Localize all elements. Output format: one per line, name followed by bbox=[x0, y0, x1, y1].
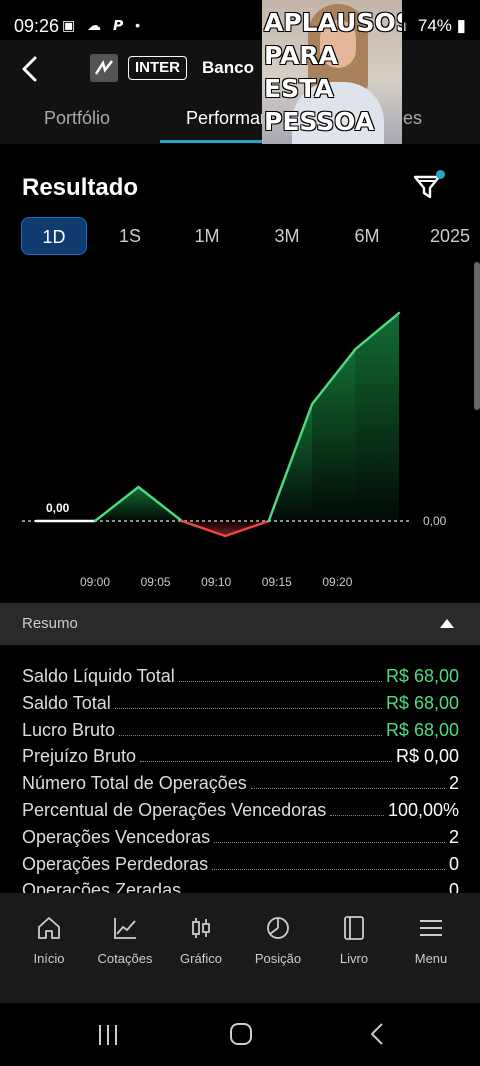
book-icon bbox=[344, 916, 364, 940]
meme-caption: APLAUSOS PARA ESTA PESSOA bbox=[264, 6, 402, 138]
x-tick-label: 09:00 bbox=[80, 575, 110, 589]
summary-row: Operações Vencedoras 2 bbox=[22, 822, 459, 848]
nav-label: Menu bbox=[414, 951, 448, 966]
nav-inicio[interactable]: Início bbox=[9, 893, 89, 1003]
ticker-badge: INTER bbox=[128, 56, 187, 80]
summary-row-label: Número Total de Operações bbox=[22, 773, 247, 794]
nav-label: Posição bbox=[254, 951, 302, 966]
summary-row: Operações Perdedoras 0 bbox=[22, 849, 459, 875]
period-1d[interactable]: 1D bbox=[21, 217, 87, 255]
summary-row: Lucro Bruto R$ 68,00 bbox=[22, 715, 459, 741]
nav-posicao[interactable]: Posição bbox=[238, 893, 318, 1003]
nav-menu[interactable]: Menu bbox=[391, 893, 471, 1003]
summary-row: Saldo Total R$ 68,00 bbox=[22, 688, 459, 714]
ticker-name: Banco bbox=[202, 58, 254, 77]
chart-scrollbar[interactable] bbox=[474, 262, 480, 410]
pie-chart-icon bbox=[267, 917, 289, 939]
summary-row-value: 0 bbox=[448, 853, 459, 874]
nav-label: Cotações bbox=[97, 951, 153, 966]
dotted-leader bbox=[119, 734, 382, 736]
app-header: INTER Banco Portfólio Performance Cotaçõ… bbox=[0, 40, 480, 144]
summary-row-label: Saldo Líquido Total bbox=[22, 666, 175, 686]
nav-label: Gráfico bbox=[180, 951, 222, 966]
meme-caption-line: PESSOA bbox=[264, 107, 375, 136]
filter-button[interactable] bbox=[412, 170, 445, 202]
status-time: 09:26 bbox=[14, 16, 60, 36]
performance-chart: 0,00 0,00 09:00 09:05 09:10 09:15 09:20 bbox=[22, 311, 447, 589]
start-value-label: 0,00 bbox=[46, 501, 70, 515]
baseline-value-label: 0,00 bbox=[423, 514, 447, 528]
x-tick-label: 09:05 bbox=[141, 575, 171, 589]
home-icon bbox=[38, 917, 60, 939]
dotted-leader bbox=[330, 815, 384, 816]
summary-row: Saldo Líquido Total R$ 68,00 bbox=[22, 661, 459, 687]
summary-row-label: Lucro Bruto bbox=[22, 719, 116, 740]
summary-title: Resumo bbox=[22, 615, 78, 632]
battery-icon: ▮ bbox=[456, 16, 466, 35]
dotted-leader bbox=[140, 761, 392, 763]
summary-row-value: R$ 68,00 bbox=[385, 666, 459, 686]
nav-grafico[interactable]: Gráfico bbox=[161, 893, 241, 1003]
summary-row-value: R$ 0,00 bbox=[395, 746, 459, 767]
summary-row: Prejuízo Bruto R$ 0,00 bbox=[22, 741, 459, 767]
summary-row-value: 0 bbox=[448, 880, 459, 893]
chart-line-icon bbox=[114, 918, 136, 939]
notification-icons: ▣ ☁ 𝙋 • bbox=[62, 17, 145, 33]
nav-cotacoes[interactable]: Cotações bbox=[85, 893, 165, 1003]
tab-portfolio[interactable]: Portfólio bbox=[44, 108, 110, 129]
system-nav-bar bbox=[0, 1003, 480, 1066]
nav-label: Livro bbox=[339, 951, 369, 966]
dotted-leader bbox=[250, 788, 445, 790]
dotted-leader bbox=[114, 707, 382, 709]
summary-row-label: Operações Zeradas bbox=[22, 880, 182, 893]
x-tick-label: 09:10 bbox=[201, 575, 231, 589]
period-3m[interactable]: 3M bbox=[256, 217, 318, 255]
dotted-leader bbox=[212, 868, 445, 870]
company-logo bbox=[90, 54, 118, 82]
filter-active-dot bbox=[436, 170, 445, 179]
status-right: ıll 74% ▮ bbox=[395, 16, 466, 36]
summary-row: Operações Zeradas 0 bbox=[22, 875, 459, 893]
summary-row-value: R$ 68,00 bbox=[385, 719, 459, 740]
summary-header[interactable]: Resumo bbox=[0, 603, 480, 645]
summary-row-value: 100,00% bbox=[387, 800, 459, 820]
period-1m[interactable]: 1M bbox=[176, 217, 238, 255]
summary-row-label: Operações Perdedoras bbox=[22, 853, 209, 874]
candlestick-icon bbox=[192, 918, 210, 938]
dotted-leader bbox=[214, 841, 445, 843]
dotted-leader bbox=[178, 681, 382, 682]
summary-row-label: Percentual de Operações Vencedoras bbox=[22, 800, 327, 820]
summary-row: Percentual de Operações Vencedoras 100,00… bbox=[22, 795, 459, 821]
summary-row-value: 2 bbox=[448, 826, 459, 847]
result-title: Resultado bbox=[22, 174, 139, 201]
period-2025[interactable]: 2025 bbox=[420, 217, 480, 255]
summary-row: Número Total de Operações 2 bbox=[22, 768, 459, 794]
summary-row-label: Saldo Total bbox=[22, 692, 111, 713]
meme-caption-line: PARA ESTA bbox=[264, 41, 338, 103]
meme-overlay-image: APLAUSOS PARA ESTA PESSOA bbox=[262, 0, 402, 144]
tab-bar: Portfólio Performance Cotações bbox=[0, 96, 480, 144]
period-1s[interactable]: 1S bbox=[100, 217, 160, 255]
x-tick-label: 09:20 bbox=[322, 575, 352, 589]
battery-level: 74% bbox=[417, 16, 452, 35]
summary-row-label: Prejuízo Bruto bbox=[22, 746, 137, 767]
summary-row-value: 2 bbox=[448, 773, 459, 794]
logo-icon bbox=[94, 59, 113, 75]
home-button-icon[interactable] bbox=[229, 1022, 253, 1046]
period-6m[interactable]: 6M bbox=[336, 217, 398, 255]
chevron-left-icon bbox=[22, 56, 37, 82]
recent-apps-icon[interactable] bbox=[96, 1023, 120, 1047]
back-button[interactable] bbox=[16, 54, 46, 84]
nav-label: Início bbox=[33, 951, 65, 966]
back-nav-icon[interactable] bbox=[366, 1022, 390, 1046]
menu-icon bbox=[420, 920, 442, 936]
summary-list: Saldo Líquido Total R$ 68,00 Saldo Total R$… bbox=[0, 661, 480, 893]
collapse-up-icon[interactable] bbox=[440, 619, 454, 628]
summary-row-value: R$ 68,00 bbox=[385, 692, 459, 713]
meme-caption-line: APLAUSOS bbox=[264, 8, 402, 37]
nav-livro[interactable]: Livro bbox=[314, 893, 394, 1003]
summary-row-label: Operações Vencedoras bbox=[22, 826, 211, 847]
bottom-nav: Início Cotações Gráfico Posição Livro Me… bbox=[0, 893, 480, 1003]
x-tick-label: 09:15 bbox=[262, 575, 292, 589]
